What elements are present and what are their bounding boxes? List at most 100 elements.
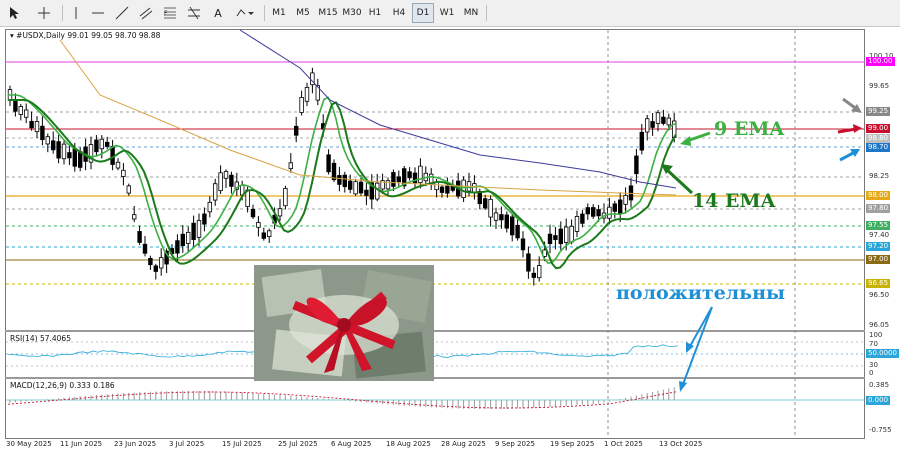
date-label: 9 Sep 2025 — [495, 440, 535, 448]
candle — [18, 106, 23, 115]
candle — [288, 162, 293, 170]
price-label: 96.50 — [869, 291, 890, 299]
candle — [277, 208, 283, 217]
chart-dropdown-icon[interactable]: ▾ — [10, 31, 14, 40]
candle — [655, 112, 661, 124]
candle — [618, 199, 623, 214]
candle — [364, 189, 369, 196]
level-tag-9925: 99.25 — [866, 107, 891, 116]
candle — [639, 131, 644, 151]
candle — [126, 185, 131, 194]
level-tag-9780: 97.80 — [866, 204, 891, 213]
level-lines — [6, 30, 864, 438]
candle — [202, 213, 207, 225]
macd-scale-label: 0.385 — [869, 381, 890, 389]
candle — [504, 214, 509, 229]
candle — [191, 222, 196, 240]
candle — [461, 179, 466, 199]
candle — [342, 174, 347, 188]
candle — [51, 140, 56, 151]
candle — [547, 233, 553, 244]
candle — [531, 272, 536, 278]
candle — [99, 138, 104, 150]
candle — [293, 125, 299, 136]
candle — [131, 214, 137, 220]
candle — [256, 222, 261, 228]
candle — [207, 201, 212, 213]
candle — [196, 220, 202, 238]
candle — [564, 226, 569, 243]
candle — [488, 198, 493, 218]
candle — [115, 161, 121, 169]
annotation-9-ema: 9 EMA — [714, 118, 785, 140]
candle — [396, 176, 401, 183]
date-label: 18 Aug 2025 — [386, 440, 431, 448]
candle — [353, 181, 358, 195]
candle — [142, 243, 148, 254]
price-label: 97.40 — [869, 231, 890, 239]
candle — [72, 148, 77, 167]
candle — [45, 136, 50, 145]
date-label: 15 Jul 2025 — [222, 440, 262, 448]
candle — [358, 181, 364, 194]
chart-header-text: #USDX,Daily 99.01 99.05 98.70 98.88 — [16, 31, 161, 40]
ema-14-line — [8, 99, 677, 270]
candle — [623, 194, 628, 205]
candle — [67, 152, 72, 159]
date-label: 13 Oct 2025 — [659, 440, 703, 448]
chart-header: ▾ #USDX,Daily 99.01 99.05 98.70 98.88 — [10, 31, 160, 40]
candle — [569, 225, 574, 243]
candle — [558, 228, 563, 245]
date-label: 6 Aug 2025 — [331, 440, 372, 448]
level-tag-9880: 98.80 — [866, 134, 891, 143]
candle — [29, 120, 34, 129]
candle — [212, 183, 218, 201]
candle — [661, 116, 666, 124]
candle — [185, 231, 191, 244]
candle — [499, 214, 504, 221]
candle — [645, 118, 650, 133]
candle — [261, 232, 266, 239]
candle — [94, 139, 99, 153]
rsi-label: RSI(14) 57.4065 — [10, 334, 71, 343]
rsi-scale-label: 30 — [869, 361, 878, 369]
ma-slow-line — [239, 29, 677, 189]
candle — [153, 265, 158, 272]
candle — [537, 265, 542, 279]
level-tag-9755: 97.55 — [866, 221, 891, 230]
candle — [180, 233, 185, 247]
price-chart[interactable] — [0, 0, 900, 455]
candle — [493, 212, 499, 221]
candle — [650, 121, 655, 128]
candle — [612, 203, 617, 212]
candle — [223, 171, 229, 179]
candle — [347, 180, 353, 190]
date-label: 19 Sep 2025 — [550, 440, 595, 448]
macd-histogram — [7, 387, 677, 409]
candle — [331, 162, 337, 181]
candle — [434, 182, 439, 191]
gift-money-image — [254, 265, 434, 381]
candle — [553, 235, 558, 240]
date-label: 3 Jul 2025 — [169, 440, 205, 448]
candle — [580, 213, 585, 224]
level-tag-9700: 97.00 — [866, 255, 891, 264]
level-tag-9870: 98.70 — [866, 143, 891, 152]
candle — [515, 224, 520, 239]
candle — [56, 141, 61, 159]
candle — [229, 174, 234, 187]
candle — [13, 99, 18, 112]
candle — [482, 198, 488, 209]
rsi-scale-label: 0 — [869, 369, 874, 377]
candle — [61, 143, 67, 160]
level-tag-9720: 97.20 — [866, 242, 891, 251]
rsi-scale-label: 70 — [869, 340, 878, 348]
candle — [105, 141, 110, 147]
date-label: 1 Oct 2025 — [604, 440, 643, 448]
price-label: 98.25 — [869, 172, 890, 180]
annotation-14-ema: 14 EMA — [692, 190, 776, 212]
candle — [520, 238, 526, 251]
level-tag-9665: 96.65 — [866, 279, 891, 288]
candle — [326, 154, 331, 173]
candle — [509, 216, 515, 236]
